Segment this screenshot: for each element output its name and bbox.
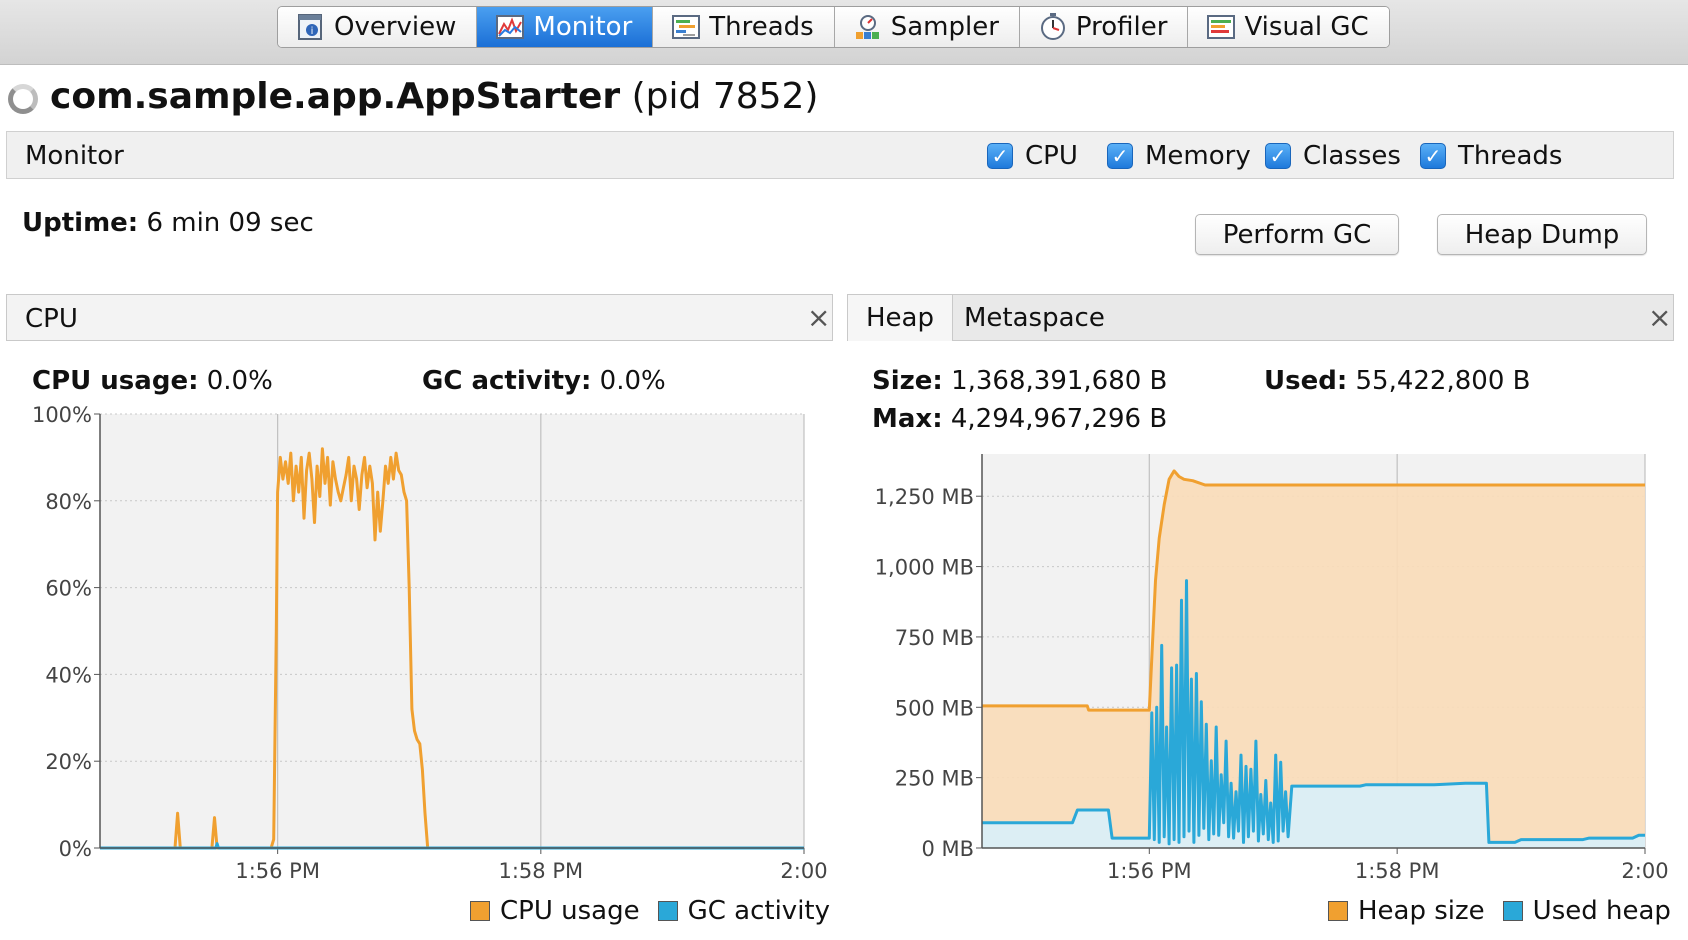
used-heap-value: 55,422,800 B	[1355, 366, 1531, 396]
checkmark-icon: ✓	[1420, 143, 1446, 169]
app-pid: (pid 7852)	[631, 76, 819, 117]
close-cpu-panel-icon[interactable]: ×	[807, 301, 830, 334]
heap-size-legend-label: Heap size	[1358, 896, 1485, 926]
loading-spinner-icon	[8, 84, 38, 114]
perform-gc-button[interactable]: Perform GC	[1195, 214, 1399, 255]
y-tick-label: 0 MB	[921, 837, 974, 861]
gc-activity-swatch	[657, 901, 678, 921]
visual-gc-icon	[1206, 12, 1236, 42]
cpu-panel-title: CPU	[25, 304, 78, 334]
tab-label: Visual GC	[1244, 12, 1369, 42]
cpu-checkbox[interactable]: ✓ CPU	[987, 141, 1078, 171]
checkmark-icon: ✓	[987, 143, 1013, 169]
x-tick-label: 1:58 PM	[1355, 859, 1440, 883]
y-tick-label: 20%	[45, 750, 92, 774]
tab-label: Sampler	[890, 12, 999, 42]
checkmark-icon: ✓	[1107, 143, 1133, 169]
page-title: com.sample.app.AppStarter (pid 7852)	[50, 76, 818, 117]
cpu-panel-header: CPU ×	[6, 294, 833, 341]
top-tab-band: i Overview Monitor Threads Sampler Profiler Vi…	[0, 0, 1688, 65]
heap-max-stat: Max: 4,294,967,296 B	[872, 404, 1167, 434]
tab-sampler[interactable]: Sampler	[833, 7, 1019, 47]
heap-max-label: Max:	[872, 404, 943, 434]
tab-threads[interactable]: Threads	[652, 7, 834, 47]
heap-size-label: Size:	[872, 366, 943, 396]
uptime: Uptime: 6 min 09 sec	[22, 208, 314, 238]
x-tick-label: 1:56 PM	[235, 859, 320, 883]
tab-overview[interactable]: i Overview	[278, 7, 477, 47]
tab-visual-gc[interactable]: Visual GC	[1187, 7, 1389, 47]
y-tick-label: 80%	[45, 490, 92, 514]
y-tick-label: 100%	[32, 403, 92, 427]
used-heap-legend-label: Used heap	[1532, 896, 1671, 926]
memory-checkbox[interactable]: ✓ Memory	[1107, 141, 1251, 171]
heap-size-value: 1,368,391,680 B	[951, 366, 1168, 396]
y-tick-label: 40%	[45, 663, 92, 687]
heap-size-swatch	[1328, 901, 1348, 921]
used-heap-swatch	[1502, 901, 1523, 921]
tab-label: Monitor	[533, 12, 633, 42]
cpu-chart: 0% 20% 40% 60% 80% 100% 1:56 PM 1:58 PM 2:00	[32, 403, 828, 883]
heap-dump-button[interactable]: Heap Dump	[1437, 214, 1647, 255]
monitor-label: Monitor	[25, 141, 124, 171]
gc-activity-stat: GC activity: 0.0%	[422, 366, 666, 396]
y-tick-label: 250 MB	[895, 767, 974, 791]
sampler-icon	[853, 12, 883, 42]
cpu-usage-swatch	[470, 901, 490, 921]
y-tick-label: 60%	[45, 577, 92, 601]
x-tick-label: 1:56 PM	[1107, 859, 1192, 883]
cpu-usage-label: CPU usage:	[32, 366, 199, 396]
profiler-icon	[1038, 12, 1068, 42]
threads-checkbox[interactable]: ✓ Threads	[1420, 141, 1562, 171]
view-tab-bar: i Overview Monitor Threads Sampler Profiler Vi…	[277, 6, 1390, 48]
tab-label: Overview	[334, 12, 457, 42]
checkmark-icon: ✓	[1265, 143, 1291, 169]
used-heap-stat: Used: 55,422,800 B	[1264, 366, 1530, 396]
tab-metaspace[interactable]: Metaspace	[946, 295, 1123, 341]
classes-checkbox-label: Classes	[1303, 141, 1401, 171]
tab-monitor[interactable]: Monitor	[476, 7, 653, 47]
threads-icon	[671, 12, 701, 42]
used-heap-label: Used:	[1264, 366, 1348, 396]
heap-size-stat: Size: 1,368,391,680 B	[872, 366, 1167, 396]
x-tick-label: 1:58 PM	[499, 859, 584, 883]
tab-label: Threads	[709, 12, 814, 42]
y-tick-label: 750 MB	[895, 626, 974, 650]
heap-panel-header: Heap Metaspace ×	[847, 294, 1674, 341]
monitor-icon	[495, 12, 525, 42]
tab-heap[interactable]: Heap	[848, 295, 953, 341]
heap-legend: Heap size Used heap	[1328, 896, 1671, 926]
cpu-usage-legend-label: CPU usage	[500, 896, 640, 926]
x-tick-label: 2:00	[1621, 859, 1668, 883]
x-tick-label: 2:00	[780, 859, 827, 883]
y-tick-label: 0%	[59, 837, 92, 861]
cpu-legend: CPU usage GC activity	[470, 896, 830, 926]
plot-area	[100, 414, 804, 848]
cpu-usage-stat: CPU usage: 0.0%	[32, 366, 273, 396]
tab-label: Profiler	[1075, 12, 1168, 42]
cpu-usage-value: 0.0%	[206, 366, 273, 396]
heap-max-value: 4,294,967,296 B	[950, 404, 1168, 434]
threads-checkbox-label: Threads	[1458, 141, 1563, 171]
uptime-value: 6 min 09 sec	[146, 208, 314, 238]
gc-activity-value: 0.0%	[599, 366, 666, 396]
svg-text:i: i	[311, 26, 314, 37]
overview-icon: i	[296, 12, 326, 42]
y-tick-label: 1,250 MB	[875, 485, 974, 509]
memory-checkbox-label: Memory	[1145, 141, 1251, 171]
cpu-checkbox-label: CPU	[1025, 141, 1078, 171]
app-name: com.sample.app.AppStarter	[50, 76, 621, 117]
y-tick-label: 500 MB	[895, 696, 974, 720]
gc-activity-legend-label: GC activity	[687, 896, 830, 926]
monitor-header-bar: Monitor ✓ CPU ✓ Memory ✓ Classes ✓ Threads	[6, 131, 1674, 179]
heap-chart: 0 MB 250 MB 500 MB 750 MB 1,000 MB 1,250 MB 1:…	[875, 454, 1669, 883]
uptime-label: Uptime:	[22, 208, 139, 238]
tab-profiler[interactable]: Profiler	[1018, 7, 1188, 47]
close-heap-panel-icon[interactable]: ×	[1648, 301, 1671, 334]
y-tick-label: 1,000 MB	[875, 556, 974, 580]
classes-checkbox[interactable]: ✓ Classes	[1265, 141, 1401, 171]
gc-activity-label: GC activity:	[422, 366, 592, 396]
